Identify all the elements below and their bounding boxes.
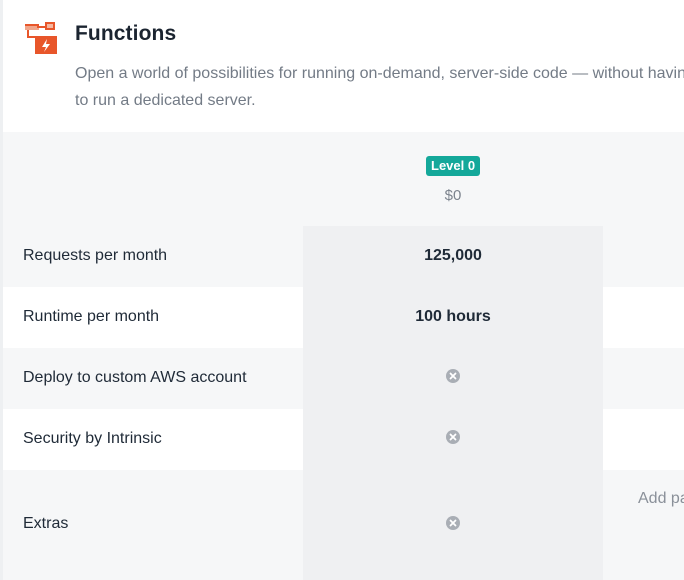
section-description: Open a world of possibilities for runnin… [75, 65, 684, 109]
row-label: Security by Intrinsic [23, 430, 162, 447]
not-included-icon [446, 369, 460, 383]
table-row: Deploy to custom AWS account [3, 348, 684, 409]
functions-icon [23, 20, 59, 56]
plan-price: $0 [444, 187, 462, 204]
row-value: 125,000 [424, 247, 482, 264]
row-label: Extras [23, 515, 69, 532]
not-included-icon [446, 430, 460, 444]
row-value-cell: 100 hours [303, 287, 603, 348]
table-row: Requests per month 125,000 [3, 226, 684, 287]
add-extras-link[interactable]: Add pa [638, 490, 684, 508]
row-value-cell [303, 409, 603, 470]
not-included-icon [446, 516, 460, 530]
row-label: Deploy to custom AWS account [23, 369, 247, 386]
plan-header [3, 132, 684, 226]
plan-level-badge: Level 0 [426, 156, 481, 176]
row-value: 100 hours [415, 308, 491, 325]
row-label: Requests per month [23, 247, 168, 264]
table-row: Extras [3, 470, 684, 580]
table-row: Security by Intrinsic [3, 409, 684, 470]
row-value-cell [303, 348, 603, 409]
row-value-cell [303, 470, 603, 580]
section-header: Functions Open a world of possibilities … [3, 0, 684, 132]
table-row: Runtime per month 100 hours [3, 287, 684, 348]
functions-card: Functions Open a world of possibilities … [3, 0, 684, 580]
row-label: Runtime per month [23, 308, 160, 325]
section-title: Functions [75, 22, 177, 45]
row-value-cell: 125,000 [303, 226, 603, 287]
